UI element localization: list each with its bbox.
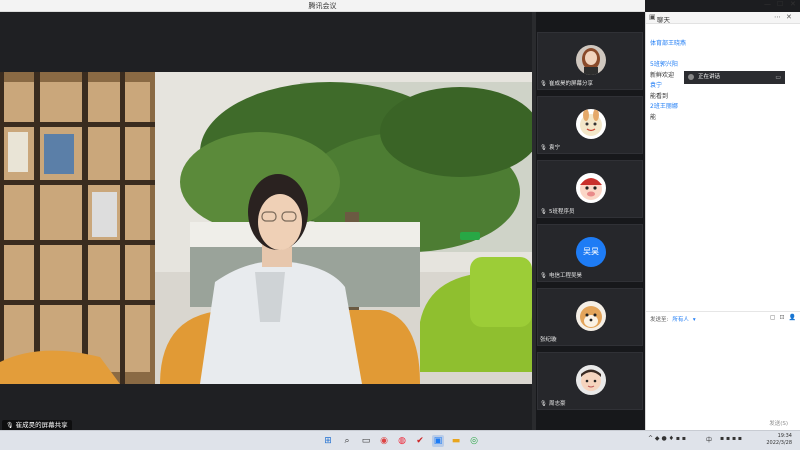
chrome-icon[interactable]: ◉ [378, 435, 390, 447]
participant-tile[interactable]: 🎙 5班程序员 [537, 160, 643, 218]
chat-message: 新鲜欢迎 [650, 72, 675, 79]
window-title: 腾讯会议 [308, 2, 337, 10]
microphone-icon: 🎙 [540, 81, 547, 87]
dismiss-icon[interactable]: ▭ [775, 71, 781, 84]
participant-tile[interactable]: 🎙 袁宁 [537, 96, 643, 154]
send-to-label: 发送至: [650, 317, 669, 323]
tray-icons[interactable]: ^ ◆ ● ♦ ▪ ▪ [648, 435, 686, 442]
title-bar: 腾讯会议 [0, 0, 645, 12]
close-icon[interactable]: ✕ [786, 13, 792, 21]
chat-message: 袁宁 [650, 82, 663, 89]
send-to-selector[interactable]: 发送至: 所有人 ▾ [650, 315, 696, 323]
chat-icon: ▣ [649, 13, 656, 21]
woman-avatar [576, 45, 606, 75]
window-close-icon[interactable]: ✕ [790, 0, 796, 8]
chat-title: 聊天 [657, 16, 670, 24]
participant-tile[interactable]: 🎙 崔成昊的屏幕分享 [537, 32, 643, 90]
speaking-toast: 正在讲话 ▭ [684, 71, 785, 84]
participant-name: 🎙 5班程序员 [540, 209, 575, 215]
clock-time: 19:34 [777, 433, 792, 439]
windows-start-icon[interactable]: ⊞ [322, 435, 334, 447]
task-view-icon[interactable]: ▭ [360, 435, 372, 447]
chat-panel: ▣ 聊天 ⋯ ✕ — ☐ ✕ 体育部王晓燕 5班郭兴阳 新鲜欢迎 袁宁 能看到 … [645, 0, 800, 430]
folder-icon[interactable]: ▬ [450, 435, 462, 447]
chat-message: 5班郭兴阳 [650, 61, 678, 68]
send-to-value[interactable]: 所有人 [672, 317, 689, 323]
chat-input-divider [646, 311, 800, 312]
user-icon[interactable]: 👤 [789, 314, 796, 321]
tencent-meeting-icon[interactable]: ▣ [432, 435, 444, 447]
shiba-dog-avatar [576, 301, 606, 331]
participant-list: 🎙崔成昊的屏幕分享 🎙袁宁 🎙5班程序员 吴昊 🎙电信工程吴昊 张纪璇 [536, 12, 645, 430]
chat-message: 能 [650, 114, 657, 121]
participant-name: 🎙 袁宁 [540, 145, 560, 151]
speaker-avatar-icon [688, 74, 694, 80]
video-frame [0, 72, 532, 384]
participant-name: 张纪璇 [540, 337, 557, 343]
more-icon[interactable]: ⋯ [774, 13, 781, 21]
participant-name: 🎙 崔成昊的屏幕分享 [540, 81, 593, 87]
participant-tile[interactable]: 吴昊 🎙 电信工程吴昊 [537, 224, 643, 282]
microphone-icon: 🎙 [540, 273, 547, 279]
file-icon[interactable]: ▢ [770, 314, 776, 321]
participant-tile[interactable]: 张纪璇 [537, 288, 643, 346]
taskbar: ⊞ ⌕ ▭ ◉ ◍ ✔ ▣ ▬ ◎ ^ ◆ ● ♦ ▪ ▪ 中 ▪ ▪ ▪ ▪ … [0, 430, 800, 450]
speaking-toast-text: 正在讲话 [698, 74, 721, 80]
wps-icon[interactable]: ✔ [414, 435, 426, 447]
participant-name: 🎙 电信工程吴昊 [540, 273, 582, 279]
chat-toolbar: ▢ ⊡ 👤 [766, 314, 796, 321]
share-label-text: 崔成昊的屏幕共享 [15, 421, 68, 429]
send-button[interactable]: 发送(S) [769, 419, 788, 427]
microphone-icon: 🎙 [540, 209, 547, 215]
screenshot-icon[interactable]: ⊡ [779, 314, 784, 321]
cartoon-pig-avatar [576, 173, 606, 203]
microphone-icon: 🎙 [540, 401, 547, 407]
main-stage: 🎙 崔成昊的屏幕共享 [0, 12, 532, 431]
meeting-window: 腾讯会议 🎙 崔成昊的屏幕共享 🎙 崔成昊的屏幕分享 🎙 袁宁 🎙 5班程序员 … [0, 0, 800, 431]
app-icon[interactable]: ◍ [396, 435, 408, 447]
participant-tile[interactable]: 🎙 周志豪 [537, 352, 643, 410]
minimize-icon[interactable]: — [764, 0, 771, 8]
tray-status-icons[interactable]: ▪ ▪ ▪ ▪ [720, 435, 742, 442]
chat-message: 体育部王晓燕 [650, 40, 687, 47]
wechat-icon[interactable]: ◎ [468, 435, 480, 447]
search-icon[interactable]: ⌕ [341, 435, 353, 447]
participant-name: 🎙 周志豪 [540, 401, 566, 407]
input-language[interactable]: 中 [706, 435, 712, 444]
cartoon-rabbit-avatar [576, 109, 606, 139]
text-avatar: 吴昊 [576, 237, 606, 267]
maximize-icon[interactable]: ☐ [777, 0, 783, 8]
baby-avatar [576, 365, 606, 395]
chat-header: ▣ 聊天 ⋯ ✕ [646, 12, 800, 24]
chat-message: 2班王丽娜 [650, 103, 678, 110]
clock-date: 2022/3/28 [766, 440, 792, 446]
microphone-icon: 🎙 [540, 145, 547, 151]
chevron-down-icon: ▾ [692, 317, 696, 323]
chat-message: 能看到 [650, 93, 669, 100]
main-video[interactable] [0, 72, 532, 384]
system-clock[interactable]: 19:34 2022/3/28 [766, 433, 792, 447]
